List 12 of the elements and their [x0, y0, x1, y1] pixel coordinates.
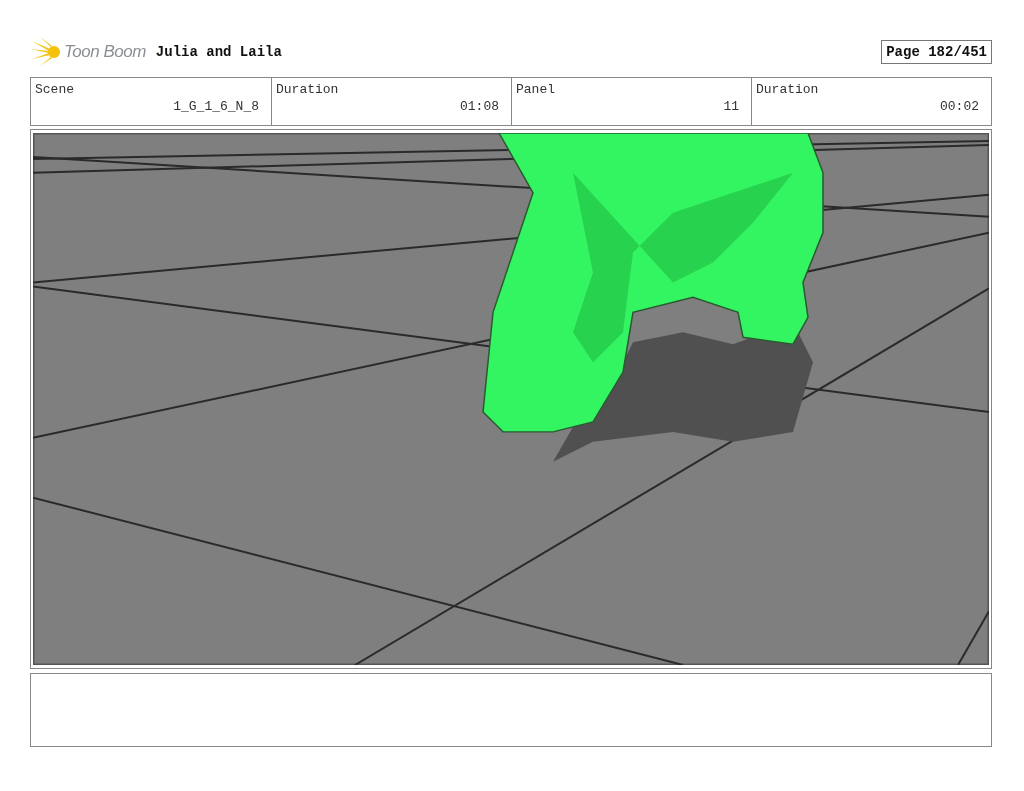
field-label: Duration [756, 82, 820, 97]
star-burst-icon [30, 37, 62, 67]
project-title: Julia and Laila [155, 44, 282, 60]
field-value: 1_G_1_6_N_8 [173, 99, 259, 114]
logo-text: Toon Boom [64, 42, 146, 62]
field-value: 01:08 [460, 99, 499, 114]
field-value: 11 [723, 99, 739, 114]
field-label: Panel [516, 82, 556, 97]
page-number: Page 182/451 [881, 40, 992, 64]
field-value: 00:02 [940, 99, 979, 114]
field-label: Scene [35, 82, 75, 97]
field-label: Duration [276, 82, 340, 97]
